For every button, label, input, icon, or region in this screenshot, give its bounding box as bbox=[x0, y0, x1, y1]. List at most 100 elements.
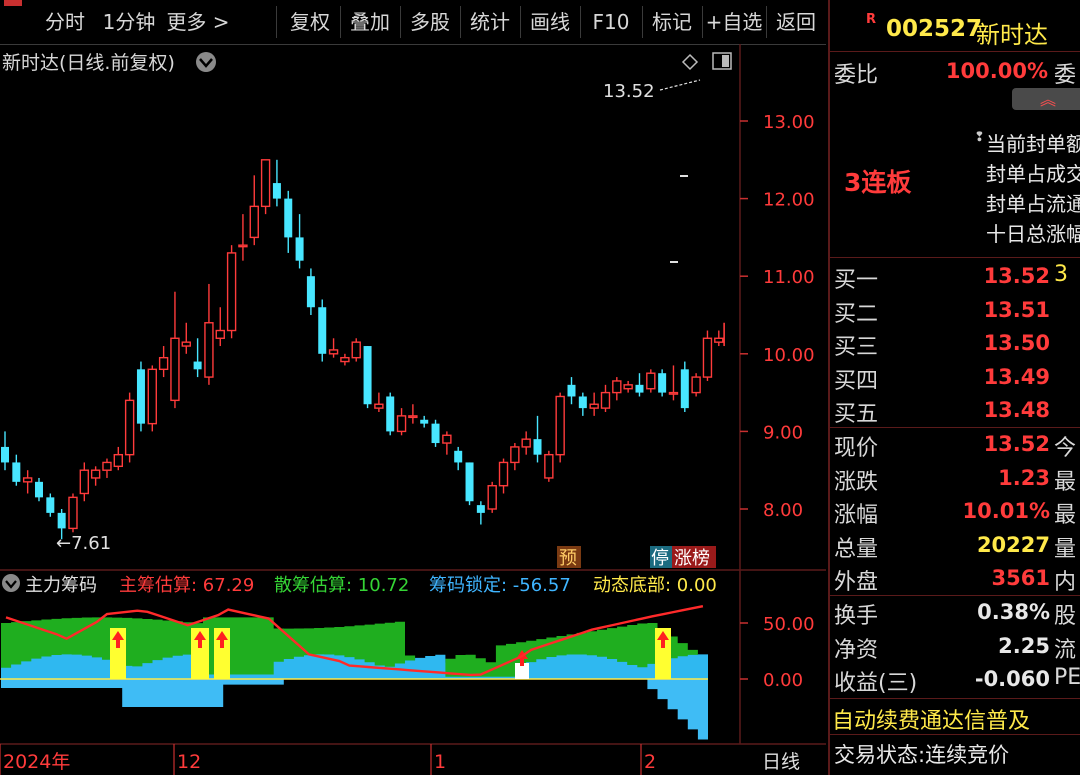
dropdown-icon[interactable] bbox=[196, 52, 216, 72]
low-price-label: ←7.61 bbox=[56, 533, 111, 554]
quote-row[interactable]: 涨跌 1.23 最 bbox=[830, 462, 1080, 495]
candle bbox=[204, 283, 214, 385]
quote-row[interactable]: 外盘 3561 内 bbox=[830, 562, 1080, 595]
collapse-button[interactable]: ︽ bbox=[1012, 88, 1080, 110]
stat-label: 换手 bbox=[834, 604, 879, 629]
overlay-button[interactable]: 叠加 bbox=[342, 8, 398, 36]
ten-day-gain-label: 十日总涨幅 bbox=[986, 222, 1080, 246]
bid-row[interactable]: 买五 13.48 bbox=[830, 394, 1080, 427]
indicator-dropdown-icon[interactable] bbox=[2, 574, 20, 592]
quote-value: 1.23 bbox=[998, 465, 1050, 490]
candle bbox=[487, 481, 497, 513]
limit-list-marker: 涨榜 bbox=[674, 548, 710, 569]
quote-list: 现价 13.52 今涨跌 1.23 最涨幅 10.01% 最总量 20227 量外盘 3561 内 bbox=[830, 428, 1080, 596]
panel-toggle-icon[interactable] bbox=[712, 52, 732, 70]
stat-value: -0.060 bbox=[974, 667, 1050, 692]
date-tick-label: 1 bbox=[434, 751, 446, 773]
bid-value: 13.52 bbox=[983, 264, 1050, 288]
chip-lock-negative-area bbox=[1, 679, 708, 740]
quote-row[interactable]: 涨幅 10.01% 最 bbox=[830, 495, 1080, 528]
bid-row[interactable]: 买一 13.52 3 bbox=[830, 260, 1080, 293]
stock-header: R 002527 新时达 bbox=[830, 0, 1080, 50]
candle bbox=[668, 365, 679, 401]
price-tick-label: 10.00 bbox=[763, 345, 815, 366]
toolbar-divider bbox=[580, 6, 581, 38]
trade-status-value: 连续竞价 bbox=[925, 743, 1010, 767]
stat-tail: PE bbox=[1054, 665, 1080, 691]
r-badge: R bbox=[866, 12, 877, 27]
retail-chip-estimate: 散筹估算: 10.72 bbox=[274, 575, 409, 596]
quote-tail: 最 bbox=[1054, 503, 1077, 529]
draw-line-button[interactable]: 画线 bbox=[522, 8, 578, 36]
bid-value: 13.51 bbox=[983, 297, 1050, 322]
signal-bar bbox=[191, 628, 209, 679]
statistics-button[interactable]: 统计 bbox=[462, 8, 518, 36]
high-arrow bbox=[659, 79, 701, 91]
candle bbox=[374, 392, 384, 412]
ad-banner[interactable]: 自动续费通达信普及 bbox=[832, 703, 1030, 735]
bid-label: 买五 bbox=[834, 402, 879, 428]
webi-row: 委比 100.00% 委 bbox=[830, 55, 1080, 88]
candle bbox=[1, 431, 9, 471]
candle bbox=[12, 454, 21, 486]
mark-button[interactable]: 标记 bbox=[644, 8, 700, 36]
candle bbox=[328, 338, 339, 358]
quote-label: 总量 bbox=[834, 536, 879, 562]
candle bbox=[646, 369, 656, 393]
info-icon: ❢ bbox=[974, 130, 985, 145]
quote-label: 涨跌 bbox=[834, 469, 879, 495]
candle bbox=[340, 353, 350, 366]
tab-1min[interactable]: 1分钟 bbox=[98, 8, 160, 36]
bid-row[interactable]: 买三 13.50 bbox=[830, 327, 1080, 360]
restore-right-button[interactable]: 复权 bbox=[282, 8, 338, 36]
tab-intraday[interactable]: 分时 bbox=[40, 8, 90, 36]
seal-float-label: 封单占流通 bbox=[986, 192, 1080, 216]
candle bbox=[578, 392, 587, 416]
date-tick-label: 12 bbox=[177, 751, 201, 773]
multi-stock-button[interactable]: 多股 bbox=[402, 8, 458, 36]
bid-value: 13.50 bbox=[983, 331, 1050, 356]
price-axis: 13.00 12.00 11.00 10.00 9.00 8.00 bbox=[740, 112, 815, 521]
diamond-icon[interactable] bbox=[681, 53, 699, 71]
candle bbox=[193, 338, 202, 378]
candle bbox=[79, 462, 90, 502]
stats-list: 换手 0.38% 股净资 2.25 流收益(三) -0.060 PE bbox=[830, 596, 1080, 698]
candle bbox=[600, 384, 611, 412]
candle bbox=[284, 190, 293, 253]
add-watchlist-button[interactable]: +自选 bbox=[704, 8, 764, 36]
bid-row[interactable]: 买四 13.49 bbox=[830, 361, 1080, 394]
candle bbox=[702, 330, 713, 381]
kline-chart[interactable]: 新时达(日线.前复权) 13.52 13.0012.0011.0010.009.… bbox=[0, 44, 826, 775]
f10-button[interactable]: F10 bbox=[582, 8, 640, 36]
date-tick-label: 2024年 bbox=[3, 751, 70, 773]
stat-row[interactable]: 净资 2.25 流 bbox=[830, 630, 1080, 663]
period-label[interactable]: 日线 bbox=[762, 751, 800, 773]
chip-lock: 筹码锁定: -56.57 bbox=[429, 575, 571, 596]
candle bbox=[22, 470, 33, 494]
candle bbox=[102, 458, 112, 478]
seal-amount-label: 当前封单额 bbox=[986, 132, 1080, 156]
candle bbox=[589, 392, 599, 416]
candle bbox=[226, 245, 237, 339]
indicator-name[interactable]: 主力筹码 bbox=[25, 575, 97, 596]
toolbar-divider bbox=[460, 6, 461, 38]
stat-row[interactable]: 收益(三) -0.060 PE bbox=[830, 663, 1080, 696]
toolbar-divider bbox=[702, 6, 703, 38]
more-button[interactable]: 更多 > bbox=[164, 8, 232, 36]
candle bbox=[658, 369, 667, 397]
dynamic-bottom: 动态底部: 0.00 bbox=[593, 575, 717, 596]
toolbar-divider bbox=[340, 6, 341, 38]
stat-label: 净资 bbox=[834, 637, 879, 663]
candle bbox=[181, 322, 191, 354]
quote-value: 13.52 bbox=[983, 432, 1050, 456]
quote-row[interactable]: 现价 13.52 今 bbox=[830, 428, 1080, 461]
back-button[interactable]: 返回 bbox=[768, 8, 824, 36]
candle bbox=[533, 415, 542, 463]
toolbar-divider bbox=[642, 6, 643, 38]
stat-row[interactable]: 换手 0.38% 股 bbox=[830, 596, 1080, 629]
bid-row[interactable]: 买二 13.51 bbox=[830, 294, 1080, 327]
quote-tail: 量 bbox=[1054, 536, 1077, 562]
quote-row[interactable]: 总量 20227 量 bbox=[830, 529, 1080, 562]
candle bbox=[442, 431, 452, 455]
candle bbox=[476, 501, 485, 525]
